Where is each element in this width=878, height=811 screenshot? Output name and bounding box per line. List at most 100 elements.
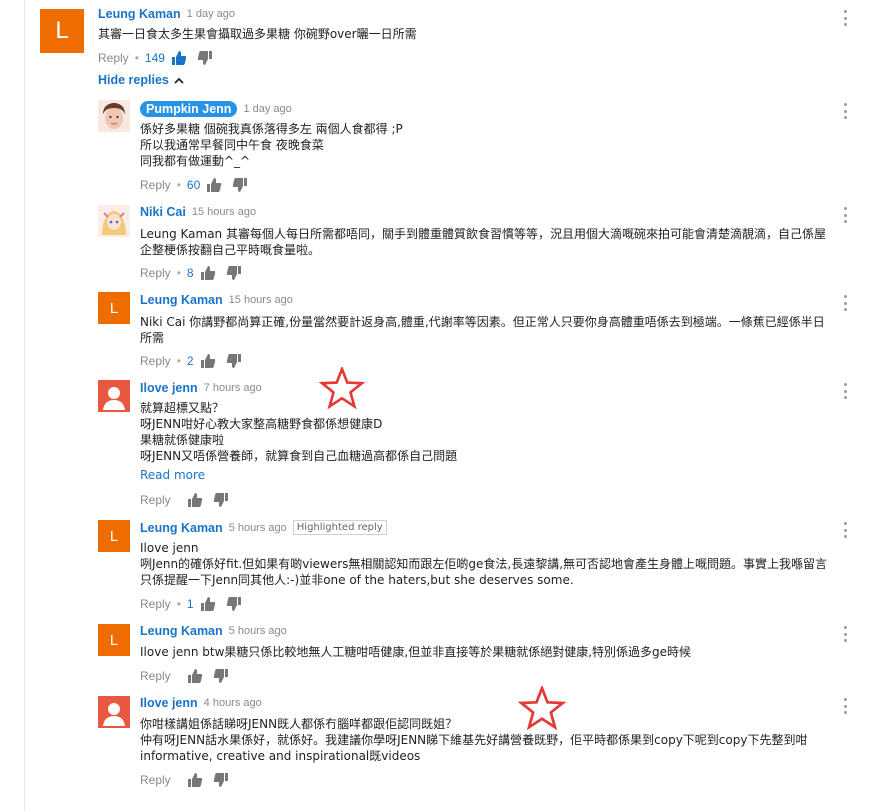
thumbs-down-icon[interactable]: [197, 50, 215, 66]
author-name[interactable]: Leung Kaman: [140, 293, 223, 307]
thumbs-down-icon[interactable]: [213, 492, 231, 508]
timestamp[interactable]: 15 hours ago: [192, 206, 256, 218]
timestamp[interactable]: 15 hours ago: [229, 294, 293, 306]
comment-header: Leung Kaman 5 hours ago: [140, 624, 287, 638]
highlighted-reply-badge: Highlighted reply: [292, 520, 387, 535]
hide-replies-button[interactable]: Hide replies: [98, 73, 184, 87]
more-vert-icon[interactable]: [842, 698, 848, 714]
like-count: 60: [186, 178, 201, 192]
hide-replies-label: Hide replies: [98, 73, 169, 87]
timestamp[interactable]: 1 day ago: [187, 8, 235, 20]
author-name[interactable]: Pumpkin Jenn: [140, 101, 238, 117]
more-vert-icon[interactable]: [842, 522, 848, 538]
comment-line: 呀JENN咁好心教大家整高糖野食都係想健康D: [140, 417, 383, 431]
author-name[interactable]: Ilove jenn: [140, 696, 198, 710]
reply-button[interactable]: Reply: [140, 354, 171, 368]
avatar[interactable]: L: [98, 624, 130, 656]
comment-actions: Reply: [140, 668, 239, 684]
more-vert-icon[interactable]: [842, 295, 848, 311]
thumbs-down-icon[interactable]: [213, 772, 231, 788]
comment-text: Leung Kaman 其審每個人每日所需都唔同，關手到體重體質飲食習慣等等，況…: [140, 226, 835, 258]
thumbs-down-icon[interactable]: [226, 596, 244, 612]
thumbs-up-icon[interactable]: [200, 596, 218, 612]
comment-text: 你咁樣講姐係話睇呀JENN既人都係冇腦咩都跟佢認同既姐？ 仲有呀JENN話水果係…: [140, 716, 835, 764]
comment-line: Ilove jenn: [140, 541, 199, 555]
thumbs-up-icon[interactable]: [200, 265, 218, 281]
more-vert-icon[interactable]: [842, 10, 848, 26]
separator-dot: •: [176, 178, 181, 192]
comment-header: Ilove jenn 7 hours ago: [140, 381, 262, 395]
more-vert-icon[interactable]: [842, 207, 848, 223]
more-vert-icon[interactable]: [842, 626, 848, 642]
reply-button[interactable]: Reply: [140, 493, 171, 507]
avatar[interactable]: L: [98, 520, 130, 552]
thumbs-up-icon[interactable]: [187, 668, 205, 684]
comment-line: 你咁樣講姐係話睇呀JENN既人都係冇腦咩都跟佢認同既姐？: [140, 717, 458, 731]
author-name[interactable]: Niki Cai: [140, 205, 186, 219]
comment-header: Pumpkin Jenn 1 day ago: [140, 101, 292, 117]
read-more-link[interactable]: Read more: [140, 467, 457, 483]
comment-header: Niki Cai 15 hours ago: [140, 205, 256, 219]
comment-actions: Reply • 8: [140, 265, 252, 281]
like-count: 149: [144, 51, 165, 65]
thumbs-down-icon[interactable]: [213, 668, 231, 684]
author-name[interactable]: Leung Kaman: [140, 521, 223, 535]
timestamp[interactable]: 1 day ago: [243, 103, 291, 115]
avatar[interactable]: L: [40, 9, 84, 53]
comment-line: Leung Kaman 其審每個人每日所需都唔同，關手到體重體質飲食習慣等等，況…: [140, 227, 826, 257]
comment-line: 係好多果糖 個碗我真係落得多左 兩個人食都得 ;P: [140, 122, 403, 136]
comment-header: Leung Kaman 5 hours ago Highlighted repl…: [140, 520, 387, 535]
avatar-letter: L: [109, 631, 119, 649]
avatar-letter: L: [109, 299, 119, 317]
author-name[interactable]: Leung Kaman: [140, 624, 223, 638]
reply-button[interactable]: Reply: [140, 178, 171, 192]
thumbs-up-icon[interactable]: [200, 353, 218, 369]
author-name[interactable]: Leung Kaman: [98, 7, 181, 21]
chevron-up-icon: [174, 77, 184, 84]
avatar[interactable]: [98, 696, 130, 728]
timestamp[interactable]: 5 hours ago: [229, 625, 287, 637]
reply-button[interactable]: Reply: [98, 51, 129, 65]
default-user-icon: [103, 387, 125, 410]
reply-button[interactable]: Reply: [140, 669, 171, 683]
thumbs-up-icon[interactable]: [187, 492, 205, 508]
author-name[interactable]: Ilove jenn: [140, 381, 198, 395]
separator-dot: •: [176, 266, 181, 280]
thumbs-down-icon[interactable]: [232, 177, 250, 193]
avatar[interactable]: [98, 205, 130, 237]
reply-button[interactable]: Reply: [140, 266, 171, 280]
comment-actions: Reply • 2: [140, 353, 252, 369]
comment-line: Niki Cai 你講野都尚算正確,份量當然要計返身高,體重,代謝率等因素。但正…: [140, 315, 825, 345]
profile-photo: [98, 205, 130, 237]
reply-button[interactable]: Reply: [140, 597, 171, 611]
timestamp[interactable]: 5 hours ago: [229, 522, 287, 534]
thumbs-down-icon[interactable]: [226, 353, 244, 369]
avatar[interactable]: L: [98, 292, 130, 324]
comment-text: 係好多果糖 個碗我真係落得多左 兩個人食都得 ;P 所以我通常早餐同中午食 夜晚…: [140, 121, 403, 169]
like-count: 8: [186, 266, 194, 280]
comment-line: 其審一日食太多生果會攝取過多果糖 你碗野over曬一日所需: [98, 27, 417, 41]
comment-actions: Reply • 149: [98, 50, 223, 66]
comment-line: 咧Jenn的確係好fit.但如果有啲viewers無相關認知而跟左佢啲ge食法,…: [140, 557, 828, 587]
comment-actions: Reply: [140, 772, 239, 788]
comment-actions: Reply • 60: [140, 177, 258, 193]
separator-dot: •: [134, 51, 139, 65]
avatar[interactable]: [98, 380, 130, 412]
more-vert-icon[interactable]: [842, 383, 848, 399]
avatar[interactable]: [98, 100, 130, 132]
red-star-icon: [319, 367, 365, 409]
timestamp[interactable]: 7 hours ago: [204, 382, 262, 394]
separator-dot: •: [176, 597, 181, 611]
thumbs-up-icon[interactable]: [206, 177, 224, 193]
timestamp[interactable]: 4 hours ago: [204, 697, 262, 709]
thumbs-up-icon[interactable]: [171, 50, 189, 66]
like-count: 2: [186, 354, 194, 368]
like-count: 1: [186, 597, 194, 611]
reply-button[interactable]: Reply: [140, 773, 171, 787]
more-vert-icon[interactable]: [842, 103, 848, 119]
thumbs-down-icon[interactable]: [226, 265, 244, 281]
comment-line: 所以我通常早餐同中午食 夜晚食菜: [140, 138, 324, 152]
thumbs-up-icon[interactable]: [187, 772, 205, 788]
comment-text: Niki Cai 你講野都尚算正確,份量當然要計返身高,體重,代謝率等因素。但正…: [140, 314, 835, 346]
comment-actions: Reply • 1: [140, 596, 252, 612]
